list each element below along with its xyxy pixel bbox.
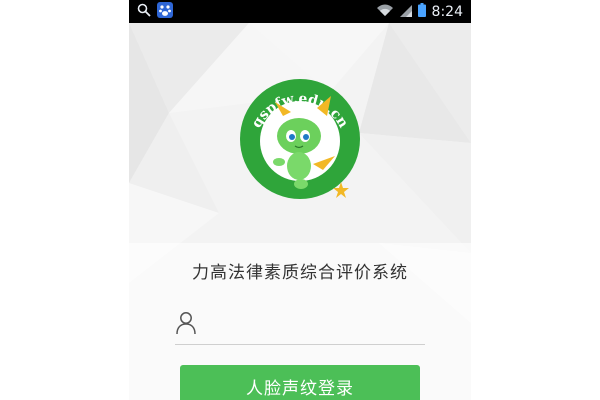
battery-icon xyxy=(417,2,426,21)
app-logo: qspfw.edu.cn xyxy=(240,79,360,199)
app-title: 力高法律素质综合评价系统 xyxy=(192,263,408,283)
wifi-icon xyxy=(376,2,394,21)
status-bar: 8:24 xyxy=(129,0,471,23)
phone-screen: 8:24 qspfw.edu.cn xyxy=(129,0,471,400)
username-field[interactable] xyxy=(175,306,425,345)
signal-icon xyxy=(399,2,412,21)
status-time: 8:24 xyxy=(431,3,463,20)
user-icon xyxy=(175,311,197,339)
search-icon xyxy=(137,2,151,21)
app-notification-icon xyxy=(157,1,173,22)
username-input[interactable] xyxy=(209,309,425,341)
face-voice-login-button[interactable]: 人脸声纹登录 xyxy=(180,365,420,400)
